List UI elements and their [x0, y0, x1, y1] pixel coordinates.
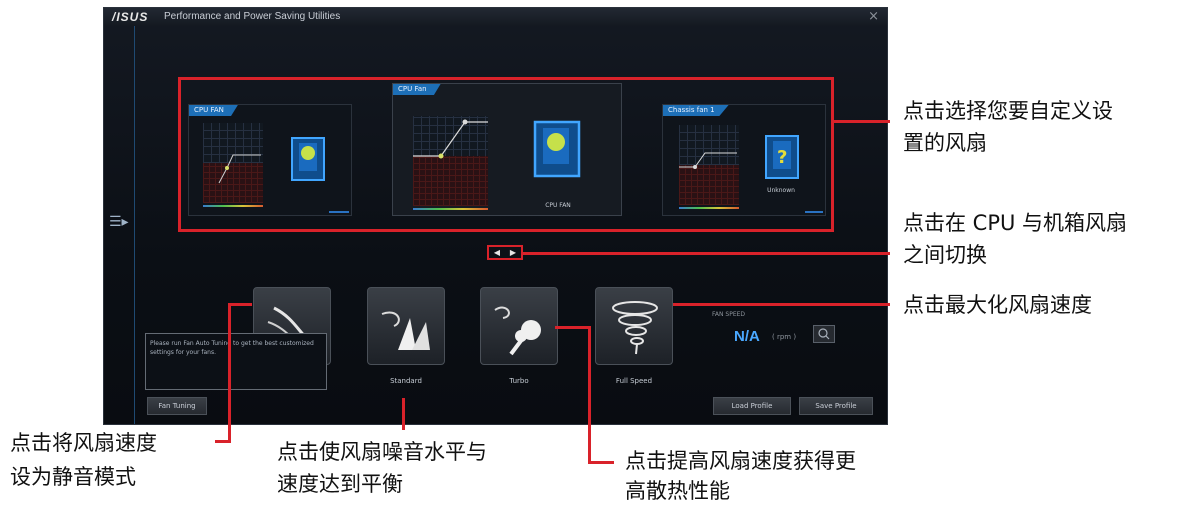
- zoom-button[interactable]: [813, 325, 835, 343]
- annotation-balance-1: 点击使风扇噪音水平与: [277, 440, 487, 464]
- standard-label: Standard: [390, 377, 422, 385]
- fan-switch-arrows: ◀ ▶: [487, 245, 523, 260]
- callout-line-turbo-h2: [588, 461, 614, 464]
- annotation-balance-2: 速度达到平衡: [277, 472, 403, 496]
- annotation-silent-1: 点击将风扇速度: [10, 431, 157, 455]
- asus-logo: /ISUS: [112, 10, 149, 24]
- fan-select-highlight: [178, 77, 834, 232]
- tornado-icon: [612, 301, 658, 355]
- full-speed-mode-button[interactable]: [595, 287, 673, 365]
- fan-tuning-tooltip: Please run Fan Auto Tuning to get the be…: [145, 333, 327, 390]
- annotation-switch-1: 点击在 CPU 与机箱风扇: [903, 211, 1128, 235]
- annotation-switch-2: 之间切换: [903, 243, 987, 267]
- annotation-select-fan-1: 点击选择您要自定义设: [903, 99, 1113, 123]
- turbo-mode-button[interactable]: [480, 287, 558, 365]
- fan-speed-unit: ( rpm ): [772, 333, 797, 341]
- callout-line-balance: [402, 398, 405, 430]
- menu-icon[interactable]: ☰▸: [109, 214, 129, 230]
- load-profile-button[interactable]: Load Profile: [713, 397, 791, 415]
- annotation-silent-2: 设为静音模式: [10, 465, 136, 489]
- callout-line-silent-v: [228, 303, 231, 443]
- save-profile-button[interactable]: Save Profile: [799, 397, 873, 415]
- title-bar: /ISUS Performance and Power Saving Utili…: [104, 8, 887, 26]
- callout-line-select: [834, 120, 890, 123]
- callout-line-silent-h1: [228, 303, 252, 306]
- callout-line-turbo-v: [588, 326, 591, 464]
- callout-line-silent-h2: [215, 440, 231, 443]
- standard-mode-button[interactable]: [367, 287, 445, 365]
- turbo-label: Turbo: [509, 377, 529, 385]
- close-icon[interactable]: ×: [868, 9, 879, 24]
- magnifier-icon: [818, 328, 830, 340]
- callout-line-max: [673, 303, 890, 306]
- prev-fan-button[interactable]: ◀: [494, 248, 500, 257]
- window-title: Performance and Power Saving Utilities: [164, 11, 341, 22]
- full-speed-label: Full Speed: [615, 377, 653, 385]
- fan-tuning-button[interactable]: Fan Tuning: [147, 397, 207, 415]
- callout-line-turbo-h1: [555, 326, 591, 329]
- next-fan-button[interactable]: ▶: [510, 248, 516, 257]
- callout-line-switch: [523, 252, 890, 255]
- annotation-turbo-1: 点击提高风扇速度获得更: [625, 449, 856, 473]
- standard-icon: [381, 311, 430, 350]
- fan-speed-value: N/A: [734, 328, 760, 345]
- annotation-select-fan-2: 置的风扇: [903, 131, 987, 155]
- annotation-max-speed: 点击最大化风扇速度: [903, 293, 1092, 317]
- annotation-turbo-2: 高散热性能: [625, 479, 730, 503]
- turbo-icon: [494, 306, 541, 356]
- fan-speed-label: FAN SPEED: [712, 311, 746, 318]
